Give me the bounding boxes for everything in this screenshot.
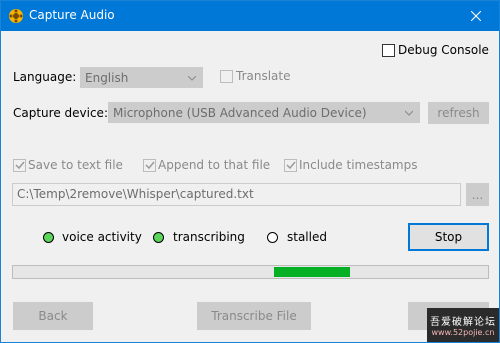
- timestamps-label: Include timestamps: [299, 158, 418, 172]
- close-icon: [471, 11, 481, 21]
- checkmark-icon: [286, 161, 296, 170]
- back-button[interactable]: Back: [13, 302, 93, 330]
- browse-button[interactable]: ...: [466, 183, 489, 206]
- watermark-line1: 吾爱破解论坛: [430, 317, 496, 328]
- file-path-input[interactable]: C:\Temp\2remove\Whisper\captured.txt: [12, 183, 461, 206]
- chevron-down-icon: [405, 110, 413, 116]
- watermark: 吾爱破解论坛 www.52pojie.cn: [427, 308, 499, 342]
- transcribing-label: transcribing: [173, 230, 245, 244]
- save-to-file-label: Save to text file: [28, 158, 123, 172]
- capture-progress-bar: [12, 265, 489, 279]
- append-label: Append to that file: [158, 158, 271, 172]
- capture-device-label: Capture device:: [13, 106, 108, 120]
- append-checkbox[interactable]: [143, 159, 156, 172]
- stop-button[interactable]: Stop: [408, 223, 489, 251]
- timestamps-checkbox[interactable]: [284, 159, 297, 172]
- voice-activity-label: voice activity: [62, 230, 142, 244]
- close-button[interactable]: [453, 1, 499, 31]
- voice-activity-indicator: [43, 232, 54, 243]
- stalled-indicator: [267, 232, 278, 243]
- save-to-file-checkbox[interactable]: [13, 159, 26, 172]
- checkmark-icon: [15, 161, 25, 170]
- translate-label: Translate: [236, 69, 291, 83]
- capture-device-value: Microphone (USB Advanced Audio Device): [113, 106, 367, 120]
- file-path-value: C:\Temp\2remove\Whisper\captured.txt: [17, 187, 254, 201]
- stalled-label: stalled: [287, 230, 327, 244]
- title-bar[interactable]: Capture Audio: [1, 1, 499, 31]
- checkmark-icon: [145, 161, 155, 170]
- capture-device-select[interactable]: Microphone (USB Advanced Audio Device): [108, 102, 420, 123]
- language-select[interactable]: English: [80, 67, 203, 88]
- language-value: English: [85, 71, 129, 85]
- refresh-button[interactable]: refresh: [428, 102, 489, 124]
- transcribing-indicator: [153, 232, 164, 243]
- app-icon: [9, 9, 23, 23]
- debug-console-checkbox[interactable]: [382, 44, 395, 57]
- progress-fill: [274, 267, 351, 277]
- watermark-line2: www.52pojie.cn: [431, 328, 495, 337]
- debug-console-label: Debug Console: [398, 43, 489, 57]
- chevron-down-icon: [188, 75, 196, 81]
- transcribe-file-button[interactable]: Transcribe File: [197, 302, 311, 330]
- window-title: Capture Audio: [29, 8, 115, 22]
- language-label: Language:: [13, 70, 77, 84]
- translate-checkbox[interactable]: [220, 70, 233, 83]
- capture-audio-window: Capture Audio Debug Console Language: En…: [0, 0, 500, 343]
